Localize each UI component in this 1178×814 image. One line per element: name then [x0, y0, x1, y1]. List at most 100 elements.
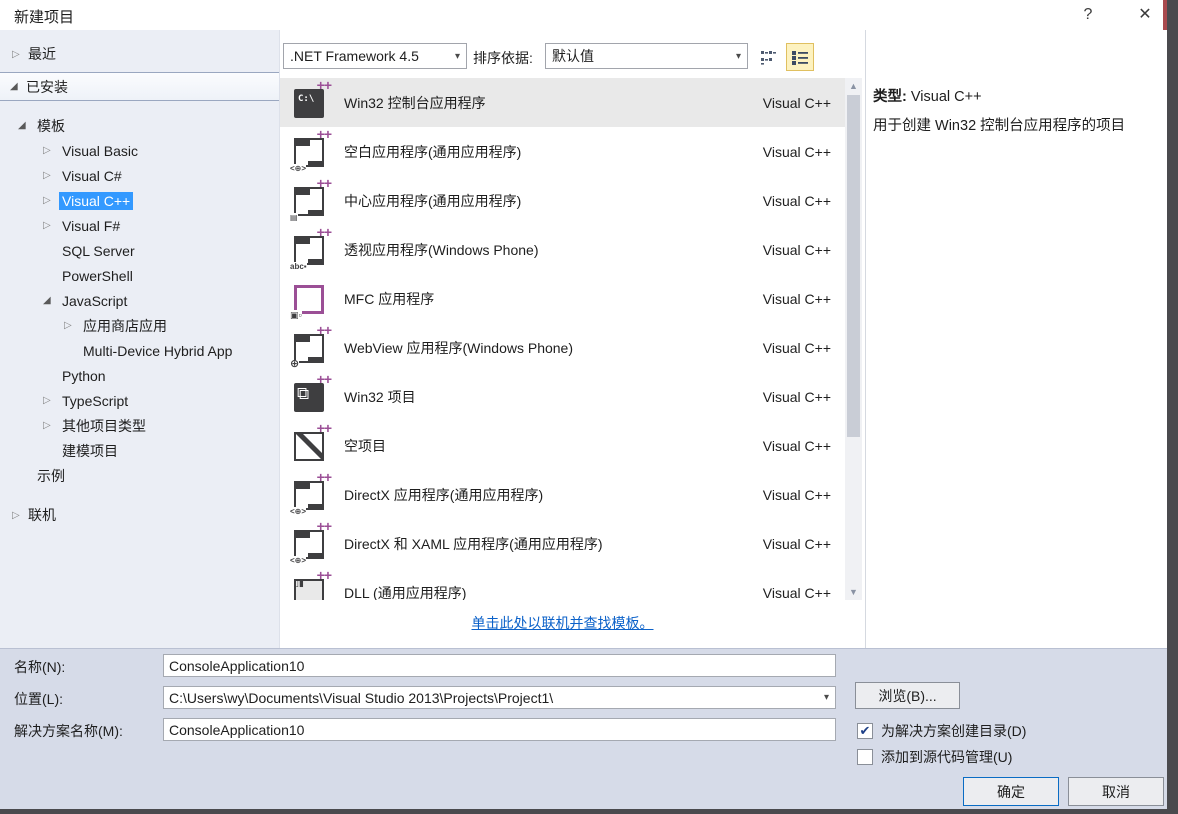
ok-button[interactable]: 确定	[963, 777, 1059, 806]
name-input[interactable]	[163, 654, 836, 677]
tree-item-modeling-projects[interactable]: 建模项目	[0, 438, 280, 463]
title-bar: 新建项目 ? ✕	[0, 0, 1163, 30]
sidebar-item-label: 联机	[28, 507, 56, 523]
checkbox-label: 为解决方案创建目录(D)	[881, 723, 1027, 739]
webview-app-icon: ⊕ ++	[290, 321, 332, 370]
template-type-line: 类型: Visual C++	[873, 85, 982, 106]
chevron-expanded-icon	[18, 120, 34, 131]
win32-project-icon: ⧉ ++	[292, 371, 332, 414]
tree-item-javascript[interactable]: JavaScript	[0, 288, 280, 313]
chevron-down-icon: ▾	[454, 50, 460, 62]
chevron-collapsed-icon	[43, 220, 59, 231]
new-project-dialog: 新建项目 ? ✕ 最近 已安装 模板 Visual Basic Visual C…	[0, 0, 1167, 809]
browse-button[interactable]: 浏览(B)...	[855, 682, 960, 709]
sidebar-item-recent[interactable]: 最近	[12, 44, 56, 64]
scroll-down-icon[interactable]: ▼	[845, 584, 862, 600]
sidebar-item-installed[interactable]: 已安装	[0, 72, 279, 101]
template-row-webview-app[interactable]: ⊕ ++ WebView 应用程序(Windows Phone) Visual C…	[280, 321, 845, 372]
type-label: 类型:	[873, 89, 907, 105]
list-view-icon	[792, 50, 808, 65]
solution-name-input[interactable]	[163, 718, 836, 741]
framework-dropdown[interactable]: .NET Framework 4.5 ▾	[283, 43, 467, 69]
find-templates-online-link[interactable]: 单击此处以联机并查找模板。	[472, 613, 654, 633]
template-row-pivot-app[interactable]: abc▪ ++ 透视应用程序(Windows Phone) Visual C++	[280, 223, 845, 274]
sidebar-item-label: 最近	[28, 46, 56, 62]
project-form: 名称(N): 位置(L): ▾ 浏览(B)... 解决方案名称(M): ✔ 为解…	[0, 648, 1167, 809]
chevron-collapsed-icon	[43, 420, 59, 431]
template-row-mfc-app[interactable]: ▣▫ MFC 应用程序 Visual C++	[280, 274, 845, 323]
chevron-collapsed-icon	[12, 510, 28, 521]
source-control-checkbox[interactable]: 添加到源代码管理(U)	[857, 747, 1012, 767]
list-view-button[interactable]	[786, 43, 814, 71]
scroll-up-icon[interactable]: ▲	[845, 78, 862, 94]
console-window-icon: C:\ ++	[292, 78, 332, 120]
template-row-hub-app[interactable]: ▤ ++ 中心应用程序(通用应用程序) Visual C++	[280, 174, 845, 225]
scrollbar-thumb[interactable]	[847, 95, 860, 437]
template-category-tree: 模板 Visual Basic Visual C# Visual C++ Vis…	[0, 113, 280, 488]
template-details-panel: 类型: Visual C++ 用于创建 Win32 控制台应用程序的项目	[865, 30, 1167, 648]
small-icons-view-icon	[760, 50, 776, 65]
template-description: 用于创建 Win32 控制台应用程序的项目	[873, 118, 1126, 134]
tree-item-visual-csharp[interactable]: Visual C#	[0, 163, 280, 188]
chevron-collapsed-icon	[43, 170, 59, 181]
sort-dropdown[interactable]: 默认值 ▾	[545, 43, 748, 69]
tree-item-store-apps[interactable]: 应用商店应用	[0, 313, 280, 338]
template-row-empty-project[interactable]: ++ 空项目 Visual C++	[280, 420, 845, 470]
tree-item-visual-basic[interactable]: Visual Basic	[0, 138, 280, 163]
template-row-win32-console[interactable]: C:\ ++ Win32 控制台应用程序 Visual C++	[280, 78, 845, 127]
checkbox-label: 添加到源代码管理(U)	[881, 749, 1013, 765]
tree-item-other-project-types[interactable]: 其他项目类型	[0, 413, 280, 438]
blank-app-icon: <⊕> ++	[290, 125, 332, 173]
chevron-expanded-icon	[43, 295, 59, 306]
pivot-app-icon: abc▪ ++	[290, 223, 332, 271]
chevron-down-icon: ▾	[735, 50, 741, 62]
dll-icon: ▯▮ ++	[292, 567, 332, 600]
category-sidebar: 最近 已安装 模板 Visual Basic Visual C# Visual …	[0, 30, 280, 648]
chevron-collapsed-icon	[43, 395, 59, 406]
online-link-row: 单击此处以联机并查找模板。	[280, 600, 845, 645]
tree-item-visual-fsharp[interactable]: Visual F#	[0, 213, 280, 238]
sidebar-item-label: 已安装	[26, 78, 68, 95]
type-value: Visual C++	[906, 89, 982, 105]
checkmark-icon: ✔	[859, 723, 871, 738]
mfc-app-icon: ▣▫	[290, 282, 326, 321]
tree-item-python[interactable]: Python	[0, 363, 280, 388]
checkbox-box[interactable]: ✔	[857, 723, 873, 739]
tree-item-powershell[interactable]: PowerShell	[0, 263, 280, 288]
directx-app-icon: <⊕> ++	[290, 468, 332, 516]
close-icon[interactable]: ✕	[1130, 4, 1160, 26]
template-row-win32-project[interactable]: ⧉ ++ Win32 项目 Visual C++	[280, 371, 845, 421]
checkbox-box[interactable]	[857, 749, 873, 765]
tree-item-sql-server[interactable]: SQL Server	[0, 238, 280, 263]
template-list: C:\ ++ Win32 控制台应用程序 Visual C++ <⊕> ++ 空白应…	[280, 78, 845, 600]
location-combobox: ▾	[163, 686, 836, 709]
tree-item-templates[interactable]: 模板	[0, 113, 280, 138]
chevron-down-icon[interactable]: ▾	[818, 692, 835, 703]
chevron-expanded-icon	[10, 81, 26, 92]
sidebar-item-online[interactable]: 联机	[12, 505, 56, 525]
template-row-dll[interactable]: ▯▮ ++ DLL (通用应用程序) Visual C++	[280, 567, 845, 600]
location-input[interactable]	[164, 687, 818, 708]
hub-app-icon: ▤ ++	[290, 174, 332, 222]
list-scrollbar[interactable]: ▲ ▼	[845, 78, 862, 600]
name-label: 名称(N):	[14, 659, 66, 675]
cancel-button[interactable]: 取消	[1068, 777, 1164, 806]
tree-item-visual-cpp[interactable]: Visual C++	[0, 188, 280, 213]
template-row-blank-app[interactable]: <⊕> ++ 空白应用程序(通用应用程序) Visual C++	[280, 125, 845, 176]
tree-item-typescript[interactable]: TypeScript	[0, 388, 280, 413]
empty-project-icon: ++	[292, 420, 332, 463]
template-row-directx-xaml-app[interactable]: <⊕> ++ DirectX 和 XAML 应用程序(通用应用程序) Visual…	[280, 518, 845, 568]
chevron-collapsed-icon	[43, 195, 59, 206]
tree-item-multi-device-hybrid-app[interactable]: Multi-Device Hybrid App	[0, 338, 280, 363]
tree-item-samples[interactable]: 示例	[0, 463, 280, 488]
template-row-directx-app[interactable]: <⊕> ++ DirectX 应用程序(通用应用程序) Visual C++	[280, 468, 845, 519]
chevron-collapsed-icon	[43, 145, 59, 156]
small-icons-view-button[interactable]	[755, 44, 781, 70]
location-label: 位置(L):	[14, 691, 63, 707]
sort-by-label: 排序依据:	[473, 50, 533, 66]
help-icon[interactable]: ?	[1073, 4, 1103, 26]
chevron-collapsed-icon	[12, 49, 28, 60]
solution-name-label: 解决方案名称(M):	[14, 723, 123, 739]
create-directory-checkbox[interactable]: ✔ 为解决方案创建目录(D)	[857, 721, 1026, 741]
dialog-title: 新建项目	[14, 9, 75, 26]
